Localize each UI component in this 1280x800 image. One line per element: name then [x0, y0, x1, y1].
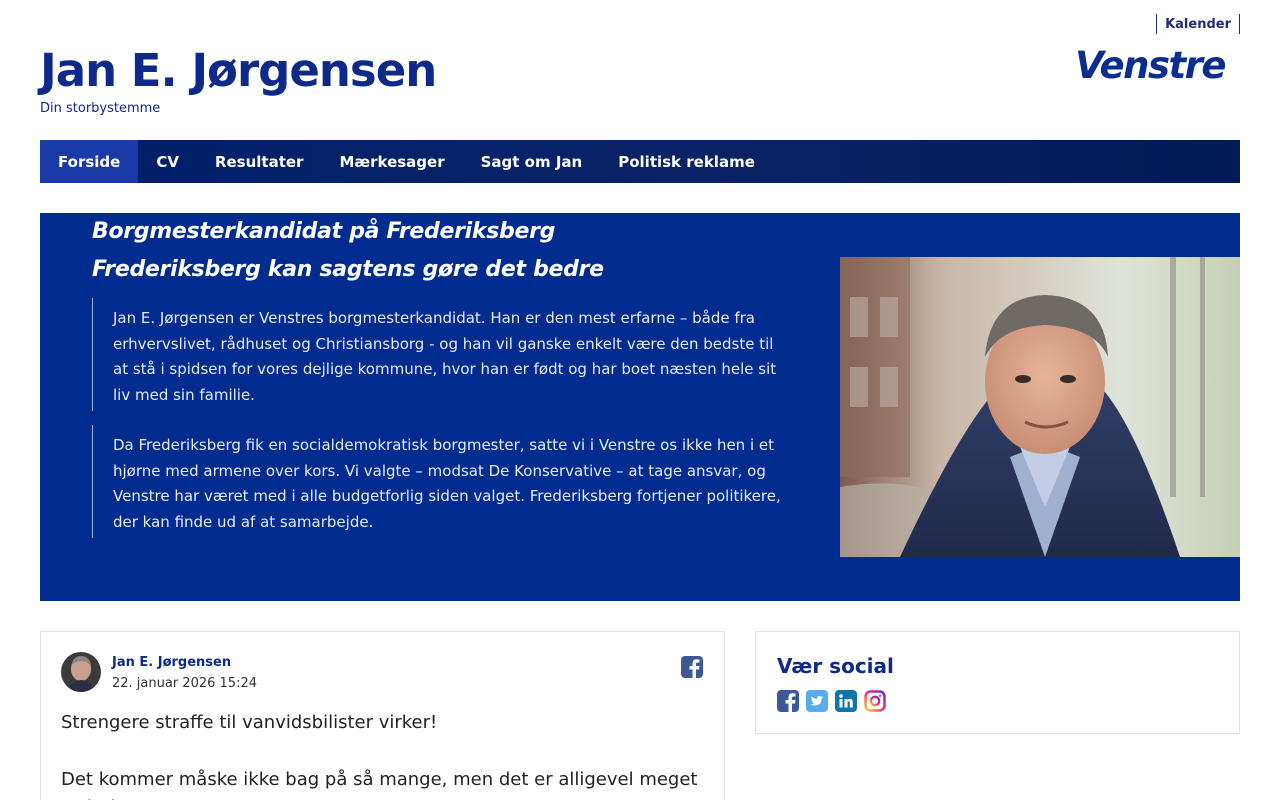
twitter-icon[interactable]: [806, 690, 828, 712]
nav-item-politisk-reklame[interactable]: Politisk reklame: [600, 140, 773, 183]
nav-item-resultater[interactable]: Resultater: [197, 140, 322, 183]
social-box: Vær social: [755, 631, 1240, 734]
hero-heading-2: Frederiksberg kan sagtens gøre det bedre: [92, 257, 604, 282]
post-body: Det kommer måske ikke bag på så mange, m…: [61, 769, 698, 800]
venstre-logo[interactable]: Venstre: [1075, 44, 1226, 87]
facebook-icon[interactable]: [681, 656, 703, 678]
site-subtitle: Din storbystemme: [40, 101, 161, 116]
instagram-icon[interactable]: [864, 690, 886, 712]
hero-heading-1: Borgmesterkandidat på Frederiksberg: [92, 219, 556, 244]
post-author[interactable]: Jan E. Jørgensen: [112, 655, 231, 670]
avatar[interactable]: [61, 652, 101, 692]
topbar: Kalender: [1156, 14, 1240, 34]
nav-item-forside[interactable]: Forside: [40, 140, 139, 183]
facebook-icon[interactable]: [777, 690, 799, 712]
nav-item-cv[interactable]: CV: [138, 140, 197, 183]
facebook-post: Jan E. Jørgensen 22. januar 2026 15:24 S…: [40, 631, 725, 800]
linkedin-icon[interactable]: [835, 690, 857, 712]
candidate-photo: [840, 257, 1240, 557]
hero-paragraph-1: Jan E. Jørgensen er Venstres borgmesterk…: [92, 298, 792, 411]
post-headline: Strengere straffe til vanvidsbilister vi…: [61, 712, 438, 733]
social-title: Vær social: [777, 654, 894, 678]
site-title[interactable]: Jan E. Jørgensen: [40, 44, 437, 97]
main-nav: Forside CV Resultater Mærkesager Sagt om…: [40, 140, 1240, 183]
nav-item-sagt-om-jan[interactable]: Sagt om Jan: [463, 140, 601, 183]
post-date[interactable]: 22. januar 2026 15:24: [112, 676, 257, 691]
hero-banner: Borgmesterkandidat på Frederiksberg Fred…: [40, 213, 1240, 601]
nav-item-maerkesager[interactable]: Mærkesager: [321, 140, 462, 183]
calendar-link[interactable]: Kalender: [1165, 17, 1231, 32]
hero-paragraph-2: Da Frederiksberg fik en socialdemokratis…: [92, 425, 792, 538]
social-icons: [777, 690, 886, 712]
